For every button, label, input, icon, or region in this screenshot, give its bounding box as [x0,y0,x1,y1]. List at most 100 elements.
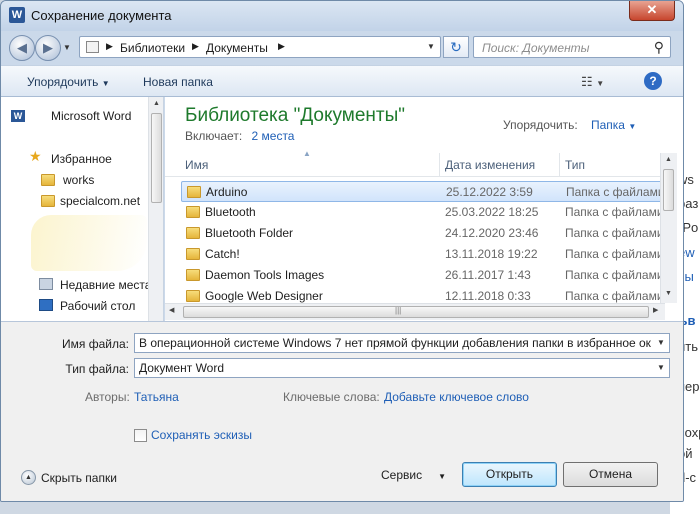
file-type: Папка с файлами [565,289,664,303]
filename-dropdown-icon[interactable]: ▼ [653,334,669,352]
column-header-date[interactable]: Дата изменения [445,158,535,172]
breadcrumb-libraries[interactable]: Библиотеки [120,41,185,55]
nav-scroll-thumb[interactable] [151,113,162,203]
column-headers: ▲ Имя Дата изменения Тип [165,149,665,177]
file-date: 12.11.2018 0:33 [445,289,531,303]
navigation-bar: ◀ ▶ ▼ ▶ Библиотеки ▶ Документы ▶ ▼ ↻ Пои… [1,31,683,65]
command-toolbar: Упорядочить ▼ Новая папка ☷ ▼ ? [1,65,683,97]
scroll-left-icon[interactable]: ◀ [169,306,174,314]
file-row[interactable]: Catch! 13.11.2018 19:22 Папка с файлами [181,244,667,265]
folder-icon [186,206,200,218]
file-type: Папка с файлами [566,185,665,199]
filetype-label: Тип файла: [65,362,129,376]
column-header-type[interactable]: Тип [565,158,585,172]
folder-icon [186,248,200,260]
help-button[interactable]: ? [644,72,662,90]
arrange-by-label: Упорядочить: [503,118,578,132]
scroll-up-icon[interactable]: ▲ [661,153,676,167]
title-bar: W Сохранение документа ✕ [1,1,683,31]
nav-item-recent-places[interactable]: Недавние места [60,278,151,292]
collapse-icon[interactable]: ▲ [21,470,36,485]
file-date: 24.12.2020 23:46 [445,226,539,240]
back-button[interactable]: ◀ [9,35,35,61]
word-app-icon: W [9,7,25,23]
authors-label: Авторы: [85,390,130,404]
recent-pages-dropdown-icon[interactable]: ▼ [63,43,71,52]
breadcrumb-documents[interactable]: Документы [206,41,268,55]
cancel-button[interactable]: Отмена [563,462,658,487]
address-bar[interactable]: ▶ Библиотеки ▶ Документы ▶ ▼ [79,36,441,58]
file-name: Catch! [205,247,240,261]
filename-input[interactable]: В операционной системе Windows 7 нет пря… [134,333,670,353]
nav-item-works[interactable]: works [63,173,94,187]
hide-folders-button[interactable]: Скрыть папки [41,471,117,485]
search-placeholder: Поиск: Документы [482,41,590,55]
filename-label: Имя файла: [62,337,129,351]
folder-icon [41,174,55,186]
folder-icon [41,195,55,207]
folder-icon [186,269,200,281]
folder-icon [187,186,201,198]
refresh-button[interactable]: ↻ [443,36,469,58]
file-row[interactable]: Bluetooth 25.03.2022 18:25 Папка с файлами [181,202,667,223]
window-title: Сохранение документа [31,8,172,23]
column-divider[interactable] [439,153,440,177]
breadcrumb-separator-icon[interactable]: ▶ [192,41,199,52]
chevron-down-icon: ▼ [657,363,665,372]
file-row[interactable]: Arduino 25.12.2022 3:59 Папка с файлами [181,181,667,202]
includes-locations-link[interactable]: 2 места [252,129,295,143]
sort-ascending-icon: ▲ [303,149,311,158]
file-list-hscroll-thumb[interactable] [183,306,649,318]
filetype-value: Документ Word [139,361,225,375]
breadcrumb-separator-icon[interactable]: ▶ [278,41,285,52]
scroll-up-icon[interactable]: ▲ [149,97,163,111]
filetype-select[interactable]: Документ Word ▼ [134,358,670,378]
close-button[interactable]: ✕ [629,1,675,21]
nav-item-desktop[interactable]: Рабочий стол [60,299,135,313]
view-options-icon[interactable]: ☷ ▼ [581,74,604,90]
forward-button[interactable]: ▶ [35,35,61,61]
nav-item-specialcom[interactable]: specialcom.net [60,194,140,208]
keywords-field[interactable]: Добавьте ключевое слово [384,390,529,404]
file-row[interactable]: Bluetooth Folder 24.12.2020 23:46 Папка с … [181,223,667,244]
new-folder-button[interactable]: Новая папка [143,75,213,89]
chevron-down-icon: ▼ [438,472,447,481]
file-row[interactable]: Daemon Tools Images 26.11.2017 1:43 Папка … [181,265,667,286]
breadcrumb-separator-icon[interactable]: ▶ [106,41,113,52]
file-name: Google Web Designer [205,289,323,303]
organize-menu[interactable]: Упорядочить ▼ [27,75,110,89]
tools-menu[interactable]: Сервис ▼ [381,468,446,482]
file-list-hscrollbar[interactable]: ◀ ||| ▶ [165,303,665,320]
tools-label: Сервис [381,468,423,482]
search-input[interactable]: Поиск: Документы ⚲ [473,36,671,58]
address-dropdown-icon[interactable]: ▼ [422,37,440,57]
arrange-by-dropdown[interactable]: Папка ▼ [591,118,636,132]
column-divider[interactable] [559,153,560,177]
scroll-grip-icon: ||| [395,306,402,315]
open-button[interactable]: Открыть [462,462,557,487]
nav-scrollbar[interactable]: ▲ [148,97,163,321]
scroll-down-icon[interactable]: ▼ [661,287,676,301]
save-form: Имя файла: В операционной системе Window… [1,321,683,501]
recent-places-icon [39,278,53,290]
includes-label: Включает: [185,129,243,143]
file-date: 26.11.2017 1:43 [445,268,531,282]
column-header-name[interactable]: Имя [185,158,208,172]
nav-item-microsoft-word[interactable]: Microsoft Word [51,109,131,123]
file-date: 25.12.2022 3:59 [446,185,533,199]
save-thumbnails-label[interactable]: Сохранять эскизы [151,428,252,442]
file-name: Arduino [206,185,248,199]
file-type: Папка с файлами [565,247,664,261]
scroll-right-icon[interactable]: ▶ [653,306,658,314]
file-name: Daemon Tools Images [205,268,325,282]
file-list-vscrollbar[interactable]: ▲ ▼ [660,153,677,303]
save-dialog: W Сохранение документа ✕ ◀ ▶ ▼ ▶ Библиот… [0,0,684,502]
file-name: Bluetooth Folder [205,226,294,240]
save-thumbnails-checkbox[interactable] [134,429,147,442]
file-type: Папка с файлами [565,226,664,240]
search-icon[interactable]: ⚲ [654,39,664,56]
nav-item-favorites[interactable]: Избранное [51,152,112,166]
file-list-scroll-thumb[interactable] [663,169,674,211]
navigation-pane: W Microsoft Word ★ Избранное works speci… [1,97,164,321]
authors-field[interactable]: Татьяна [134,390,179,404]
